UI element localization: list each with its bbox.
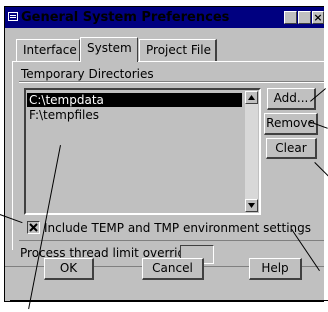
scroll-up-icon — [248, 95, 255, 100]
cancel-button[interactable]: Cancel — [142, 258, 204, 280]
clear-button[interactable]: Clear — [266, 138, 317, 159]
include-env-checkbox[interactable] — [27, 221, 40, 234]
scroll-up-button[interactable] — [245, 91, 258, 104]
scrollbar[interactable] — [245, 91, 258, 212]
add-button[interactable]: Add... — [267, 88, 316, 110]
close-icon[interactable]: × — [312, 11, 324, 24]
maximize-icon[interactable] — [298, 11, 311, 24]
window-title: General System Preferences — [21, 10, 230, 25]
system-menu-icon[interactable] — [8, 12, 18, 21]
scroll-down-icon — [248, 203, 255, 208]
group-divider — [19, 81, 324, 82]
ok-button[interactable]: OK — [44, 258, 94, 280]
tab-system[interactable]: System — [80, 37, 138, 62]
include-env-label[interactable]: Include TEMP and TMP environment setting… — [44, 221, 311, 235]
callout-line-bottom — [10, 300, 328, 301]
section-divider — [19, 240, 324, 241]
tab-project-file[interactable]: Project File — [139, 39, 217, 61]
temporary-directories-label: Temporary Directories — [21, 67, 154, 81]
remove-button[interactable]: Remove — [264, 113, 318, 135]
list-item[interactable]: F:\tempfiles — [29, 108, 99, 122]
tab-interface[interactable]: Interface — [16, 39, 80, 61]
minimize-icon[interactable] — [284, 11, 297, 24]
checkmark-icon — [29, 223, 38, 232]
list-item[interactable]: C:\tempdata — [29, 93, 104, 107]
help-button[interactable]: Help — [249, 258, 302, 280]
scroll-down-button[interactable] — [245, 199, 258, 212]
